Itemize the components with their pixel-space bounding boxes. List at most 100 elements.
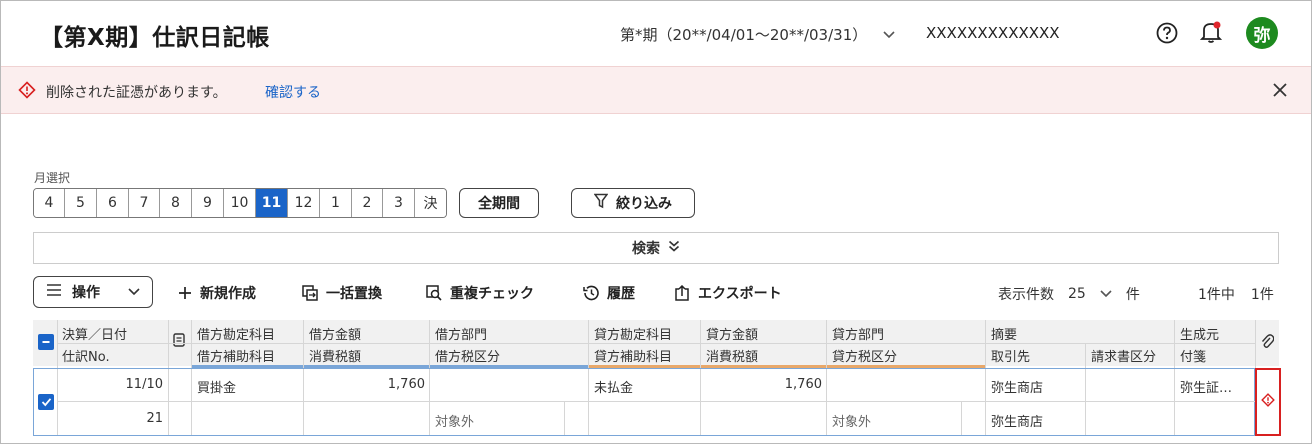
- header-debit-tax-amount[interactable]: 消費税額: [309, 346, 361, 365]
- header-credit-account[interactable]: 貸方勘定科目: [594, 324, 672, 343]
- journal-table: 決算／日付 借方勘定科目 借方金額 借方部門 貸方勘定科目 貸方金額 貸方部門 …: [33, 320, 1281, 436]
- page-size-unit: 件: [1125, 287, 1140, 303]
- month-button-1[interactable]: 1: [320, 189, 352, 217]
- plus-icon: [178, 286, 192, 300]
- replace-icon: [302, 285, 318, 301]
- alert-message: 削除された証憑があります。: [46, 85, 227, 101]
- deleted-voucher-warning[interactable]: [1255, 368, 1281, 436]
- header-debit-dept[interactable]: 借方部門: [435, 324, 487, 343]
- month-button-7[interactable]: 7: [129, 189, 160, 217]
- new-entry-button[interactable]: 新規作成: [178, 283, 256, 303]
- header-credit-tax-amount[interactable]: 消費税額: [706, 346, 758, 365]
- export-label: エクスポート: [698, 286, 782, 302]
- select-all-checkbox[interactable]: [38, 334, 54, 350]
- row-date[interactable]: 11/10: [63, 377, 163, 392]
- month-button-9[interactable]: 9: [192, 189, 224, 217]
- month-button-12[interactable]: 12: [288, 189, 320, 217]
- header-credit-tax-category[interactable]: 貸方税区分: [832, 346, 897, 365]
- user-avatar[interactable]: 弥: [1246, 17, 1278, 49]
- header-credit-sub-account[interactable]: 貸方補助科目: [594, 346, 672, 365]
- header-debit-tax-category[interactable]: 借方税区分: [435, 346, 500, 365]
- row-checkbox[interactable]: [38, 394, 54, 410]
- month-button-11[interactable]: 11: [256, 189, 288, 217]
- duplicate-check-label: 重複チェック: [450, 286, 534, 302]
- bulk-replace-button[interactable]: 一括置換: [302, 283, 382, 303]
- row-divider: [57, 401, 1255, 402]
- all-period-button[interactable]: 全期間: [459, 188, 539, 218]
- export-button[interactable]: エクスポート: [674, 283, 782, 303]
- header-debit-sub-account[interactable]: 借方補助科目: [197, 346, 275, 365]
- search-label: 検索: [632, 241, 660, 257]
- bulk-replace-label: 一括置換: [326, 286, 382, 302]
- header-journal-no[interactable]: 仕訳No.: [62, 346, 110, 365]
- search-toggle[interactable]: 検索: [33, 232, 1279, 264]
- history-label: 履歴: [607, 286, 635, 302]
- row-debit-account[interactable]: 買掛金: [197, 377, 236, 396]
- operations-label: 操作: [72, 285, 100, 301]
- header-credit-amount[interactable]: 貸方金額: [706, 324, 758, 343]
- header-source[interactable]: 生成元: [1180, 324, 1219, 343]
- month-selector: 4 5 6 7 8 9 10 11 12 1 2 3 決: [33, 188, 447, 218]
- result-total: 1件中: [1198, 287, 1235, 303]
- month-button-3[interactable]: 3: [383, 189, 415, 217]
- help-icon[interactable]: [1156, 22, 1178, 44]
- operations-menu-button[interactable]: 操作: [33, 276, 153, 308]
- row-partner[interactable]: 弥生商店: [991, 411, 1043, 430]
- page-title: 【第X期】仕訳日記帳: [40, 25, 270, 51]
- row-debit-tax-category[interactable]: 対象外: [435, 411, 474, 430]
- chevron-down-icon: [883, 28, 895, 42]
- month-button-5[interactable]: 5: [65, 189, 97, 217]
- page-size-value: 25: [1068, 286, 1086, 302]
- page-size-label: 表示件数: [998, 287, 1054, 303]
- month-button-4[interactable]: 4: [34, 189, 65, 217]
- page-size-selector[interactable]: 表示件数 25 件: [998, 284, 1140, 304]
- alert-confirm-link[interactable]: 確認する: [265, 82, 321, 102]
- period-label: 第*期（20**/04/01〜20**/03/31）: [620, 26, 868, 44]
- row-source[interactable]: 弥生証…: [1180, 377, 1232, 396]
- row-debit-amount[interactable]: 1,760: [309, 377, 425, 392]
- warning-diamond-icon: [1261, 393, 1275, 411]
- history-icon: [582, 285, 599, 301]
- new-entry-label: 新規作成: [200, 286, 256, 302]
- close-icon[interactable]: [1269, 79, 1291, 101]
- warning-diamond-icon: [18, 81, 36, 99]
- month-button-6[interactable]: 6: [97, 189, 129, 217]
- header-divider: [57, 343, 1255, 344]
- filter-button[interactable]: 絞り込み: [571, 188, 695, 218]
- row-credit-amount[interactable]: 1,760: [706, 377, 822, 392]
- paperclip-icon: [1260, 333, 1275, 353]
- row-credit-tax-category[interactable]: 対象外: [832, 411, 871, 430]
- app-header: 【第X期】仕訳日記帳 第*期（20**/04/01〜20**/03/31） XX…: [0, 0, 1312, 66]
- month-button-8[interactable]: 8: [160, 189, 192, 217]
- menu-icon: [46, 284, 62, 300]
- header-credit-dept[interactable]: 貸方部門: [832, 324, 884, 343]
- double-chevron-down-icon: [668, 240, 680, 256]
- header-debit-amount[interactable]: 借方金額: [309, 324, 361, 343]
- result-number: 1件: [1250, 287, 1274, 303]
- history-button[interactable]: 履歴: [582, 283, 635, 303]
- result-count: 1件中 1件: [1198, 284, 1274, 304]
- month-select-label: 月選択: [34, 171, 71, 185]
- header-sticky-note[interactable]: 付箋: [1180, 346, 1206, 365]
- row-summary[interactable]: 弥生商店: [991, 377, 1043, 396]
- company-name[interactable]: XXXXXXXXXXXXX: [926, 24, 1060, 42]
- filter-label: 絞り込み: [616, 196, 672, 212]
- header-partner[interactable]: 取引先: [991, 346, 1030, 365]
- header-debit-account[interactable]: 借方勘定科目: [197, 324, 275, 343]
- row-credit-account[interactable]: 未払金: [594, 377, 633, 396]
- month-button-10[interactable]: 10: [224, 189, 256, 217]
- month-button-closing[interactable]: 決: [415, 189, 446, 217]
- duplicate-check-button[interactable]: 重複チェック: [426, 283, 534, 303]
- chevron-down-icon: [128, 284, 140, 300]
- header-date[interactable]: 決算／日付: [62, 324, 127, 343]
- header-summary[interactable]: 摘要: [991, 324, 1017, 343]
- attachment-header-icon: [173, 333, 185, 351]
- notification-bell-icon[interactable]: [1199, 20, 1223, 44]
- month-button-2[interactable]: 2: [352, 189, 383, 217]
- period-select[interactable]: 第*期（20**/04/01〜20**/03/31）: [620, 24, 895, 45]
- alert-bar: 削除された証憑があります。 確認する: [1, 66, 1311, 114]
- header-invoice-type[interactable]: 請求書区分: [1091, 346, 1156, 365]
- duplicate-search-icon: [426, 285, 442, 301]
- row-journal-no[interactable]: 21: [63, 411, 163, 426]
- filter-icon: [593, 193, 609, 213]
